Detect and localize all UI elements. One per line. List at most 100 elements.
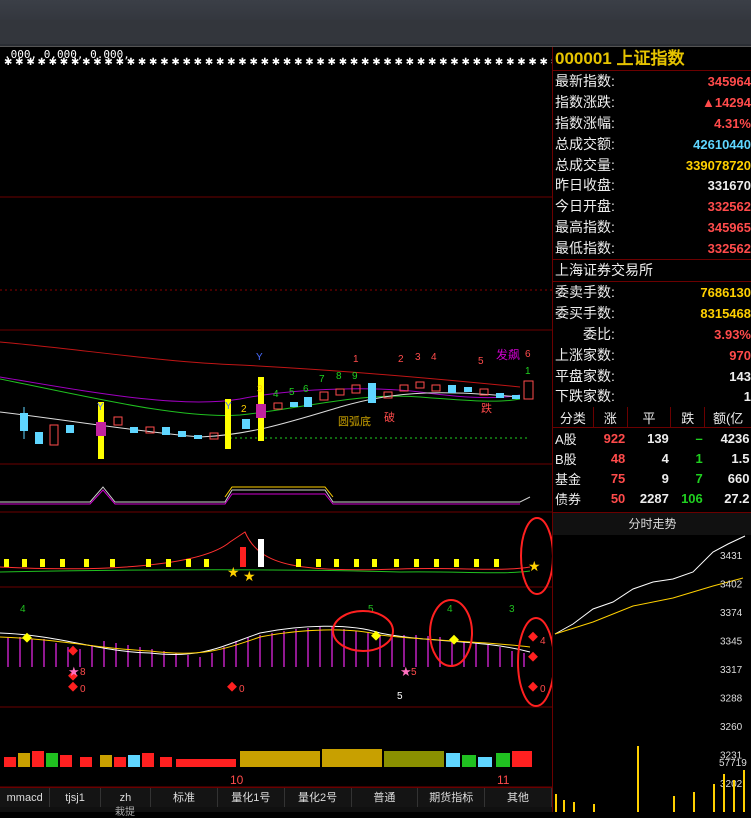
row-value: 42610440 xyxy=(693,136,751,152)
quote-rows: 最新指数: 345964 指数涨跌: ▲14294 指数涨幅: 4.31% 总成交额: 426… xyxy=(553,71,751,259)
svg-text:3: 3 xyxy=(509,604,515,615)
row-label: 平盘家数: xyxy=(555,367,615,384)
indicator-tabs: mmacd tjsj1 zh 标准 量化1号 量化2号 普通 期货指标 其他 xyxy=(0,787,552,808)
intraday-chart[interactable]: 343134023374334533173288326032313202 577… xyxy=(552,534,751,812)
row-label: 总成交量: xyxy=(555,156,615,173)
quote-panel: 000001 上证指数 最新指数: 345964 指数涨跌: ▲14294 指数涨幅: 4… xyxy=(552,47,751,512)
table-row: 债券 50 2287 106 27.2 xyxy=(553,488,751,508)
quote-row: 指数涨幅: 4.31% xyxy=(553,113,751,134)
category-table: 分类涨平跌额(亿 A股 922 139 – 4236 B股 48 4 1 1.5 基金 75 9 7 660… xyxy=(553,407,751,508)
svg-text:5: 5 xyxy=(411,667,417,678)
row-label: 今日开盘: xyxy=(555,198,615,215)
order-row: 下跌家数: 1 xyxy=(553,386,751,407)
table-cell: 7 xyxy=(695,470,703,486)
annotation-round-bottom: 圆弧底 xyxy=(338,414,371,428)
toolbar-strip xyxy=(0,20,751,44)
tab-量化2号[interactable]: 量化2号 xyxy=(285,788,352,808)
signal-y3: Y xyxy=(256,352,263,363)
row-value: 4.31% xyxy=(714,115,751,131)
intraday-title[interactable]: 分时走势 xyxy=(552,512,751,535)
svg-text:9: 9 xyxy=(352,371,358,382)
svg-text:2: 2 xyxy=(241,404,247,415)
row-label: 指数涨跌: xyxy=(555,93,615,110)
quote-row: 最低指数: 332562 xyxy=(553,238,751,259)
table-cell: 48 xyxy=(610,450,626,466)
index-name: 上证指数 xyxy=(616,49,685,68)
row-label: 指数涨幅: xyxy=(555,114,615,131)
svg-text:4: 4 xyxy=(447,604,453,615)
table-cell: 债券 xyxy=(555,491,582,507)
table-cell: 1.5 xyxy=(731,450,750,466)
svg-text:★: ★ xyxy=(243,568,256,584)
svg-text:8: 8 xyxy=(336,371,342,382)
tab-标准[interactable]: 标准 xyxy=(151,788,218,808)
order-row: 委卖手数: 7686130 xyxy=(553,282,751,303)
tab-期货指标[interactable]: 期货指标 xyxy=(418,788,486,808)
row-label: 委比: xyxy=(583,325,615,342)
quote-row: 今日开盘: 332562 xyxy=(553,196,751,217)
price-tick: 3345 xyxy=(720,637,743,648)
price-tick: 3374 xyxy=(720,608,743,619)
svg-text:7: 7 xyxy=(319,374,325,385)
table-cell: 2287 xyxy=(639,490,669,506)
row-value: 331670 xyxy=(707,178,751,194)
tab-mmacd[interactable]: mmacd xyxy=(0,788,51,808)
row-value: 143 xyxy=(729,368,751,384)
row-label: 委买手数: xyxy=(555,304,615,321)
table-cell: 139 xyxy=(647,430,669,446)
svg-text:破: 破 xyxy=(384,410,395,424)
row-label: 上涨家数: xyxy=(555,346,615,363)
quote-row: 总成交量: 339078720 xyxy=(553,155,751,176)
tab-tjsj1[interactable]: tjsj1 xyxy=(50,788,101,808)
svg-text:4: 4 xyxy=(431,352,437,363)
table-row: A股 922 139 – 4236 xyxy=(553,428,751,449)
highlight-circle-4 xyxy=(517,617,552,707)
signal-y2: Y xyxy=(225,401,232,412)
svg-text:5: 5 xyxy=(368,604,374,615)
kline-chart[interactable]: ✱ ✱ ✱ ✱ ✱ ✱ ✱ ✱ ✱ ✱ ✱ ✱ ✱ ✱ ✱ ✱ ✱ ✱ ✱ ✱ … xyxy=(0,47,552,792)
row-label: 最低指数: xyxy=(555,240,615,257)
table-header: 分类 xyxy=(553,407,594,429)
exchange-name: 上海证券交易所 xyxy=(553,259,751,281)
svg-text:4: 4 xyxy=(20,604,26,615)
quote-row: 最高指数: 345965 xyxy=(553,217,751,238)
svg-text:跌: 跌 xyxy=(481,401,492,415)
table-cell: 660 xyxy=(727,470,750,486)
svg-text:4: 4 xyxy=(540,636,546,647)
table-cell: 50 xyxy=(610,490,626,506)
price-tick: 3288 xyxy=(720,694,743,705)
svg-text:57719: 57719 xyxy=(719,758,747,769)
table-header: 涨 xyxy=(593,407,628,429)
tab-量化1号[interactable]: 量化1号 xyxy=(218,788,285,808)
tab-其他[interactable]: 其他 xyxy=(485,788,552,808)
quote-row: 总成交额: 42610440 xyxy=(553,134,751,155)
table-cell: 4236 xyxy=(720,430,750,446)
svg-text:4: 4 xyxy=(273,389,279,400)
price-tick: 3402 xyxy=(720,580,743,591)
table-row: 基金 75 9 7 660 xyxy=(553,468,751,488)
svg-text:2: 2 xyxy=(398,354,404,365)
row-label: 下跌家数: xyxy=(555,388,615,405)
svg-text:0: 0 xyxy=(540,684,546,695)
table-header: 额(亿 xyxy=(704,407,751,429)
row-value: 345964 xyxy=(707,74,751,89)
tab-普通[interactable]: 普通 xyxy=(352,788,419,808)
quote-row: 最新指数: 345964 xyxy=(553,71,751,92)
table-cell: 106 xyxy=(681,490,703,506)
svg-text:3: 3 xyxy=(415,352,421,363)
highlight-circle-1 xyxy=(520,517,552,595)
svg-text:★: ★ xyxy=(227,564,240,580)
highlight-circle-2 xyxy=(332,610,394,652)
top-toolbar xyxy=(0,0,751,47)
price-tick: 3431 xyxy=(720,551,743,562)
quote-row: 指数涨跌: ▲14294 xyxy=(553,92,751,113)
row-label: 昨日收盘: xyxy=(555,177,615,194)
table-cell: 4 xyxy=(661,450,669,466)
table-cell: – xyxy=(695,430,703,446)
row-value: 3.93% xyxy=(714,326,751,342)
order-rows: 委卖手数: 7686130 委买手数: 8315468 委比: 3.93% 上涨家数: 970… xyxy=(553,281,751,407)
row-value: 332562 xyxy=(707,241,751,257)
row-label: 最新指数: xyxy=(555,73,615,89)
row-value: 7686130 xyxy=(700,285,751,301)
svg-text:0: 0 xyxy=(239,684,245,695)
